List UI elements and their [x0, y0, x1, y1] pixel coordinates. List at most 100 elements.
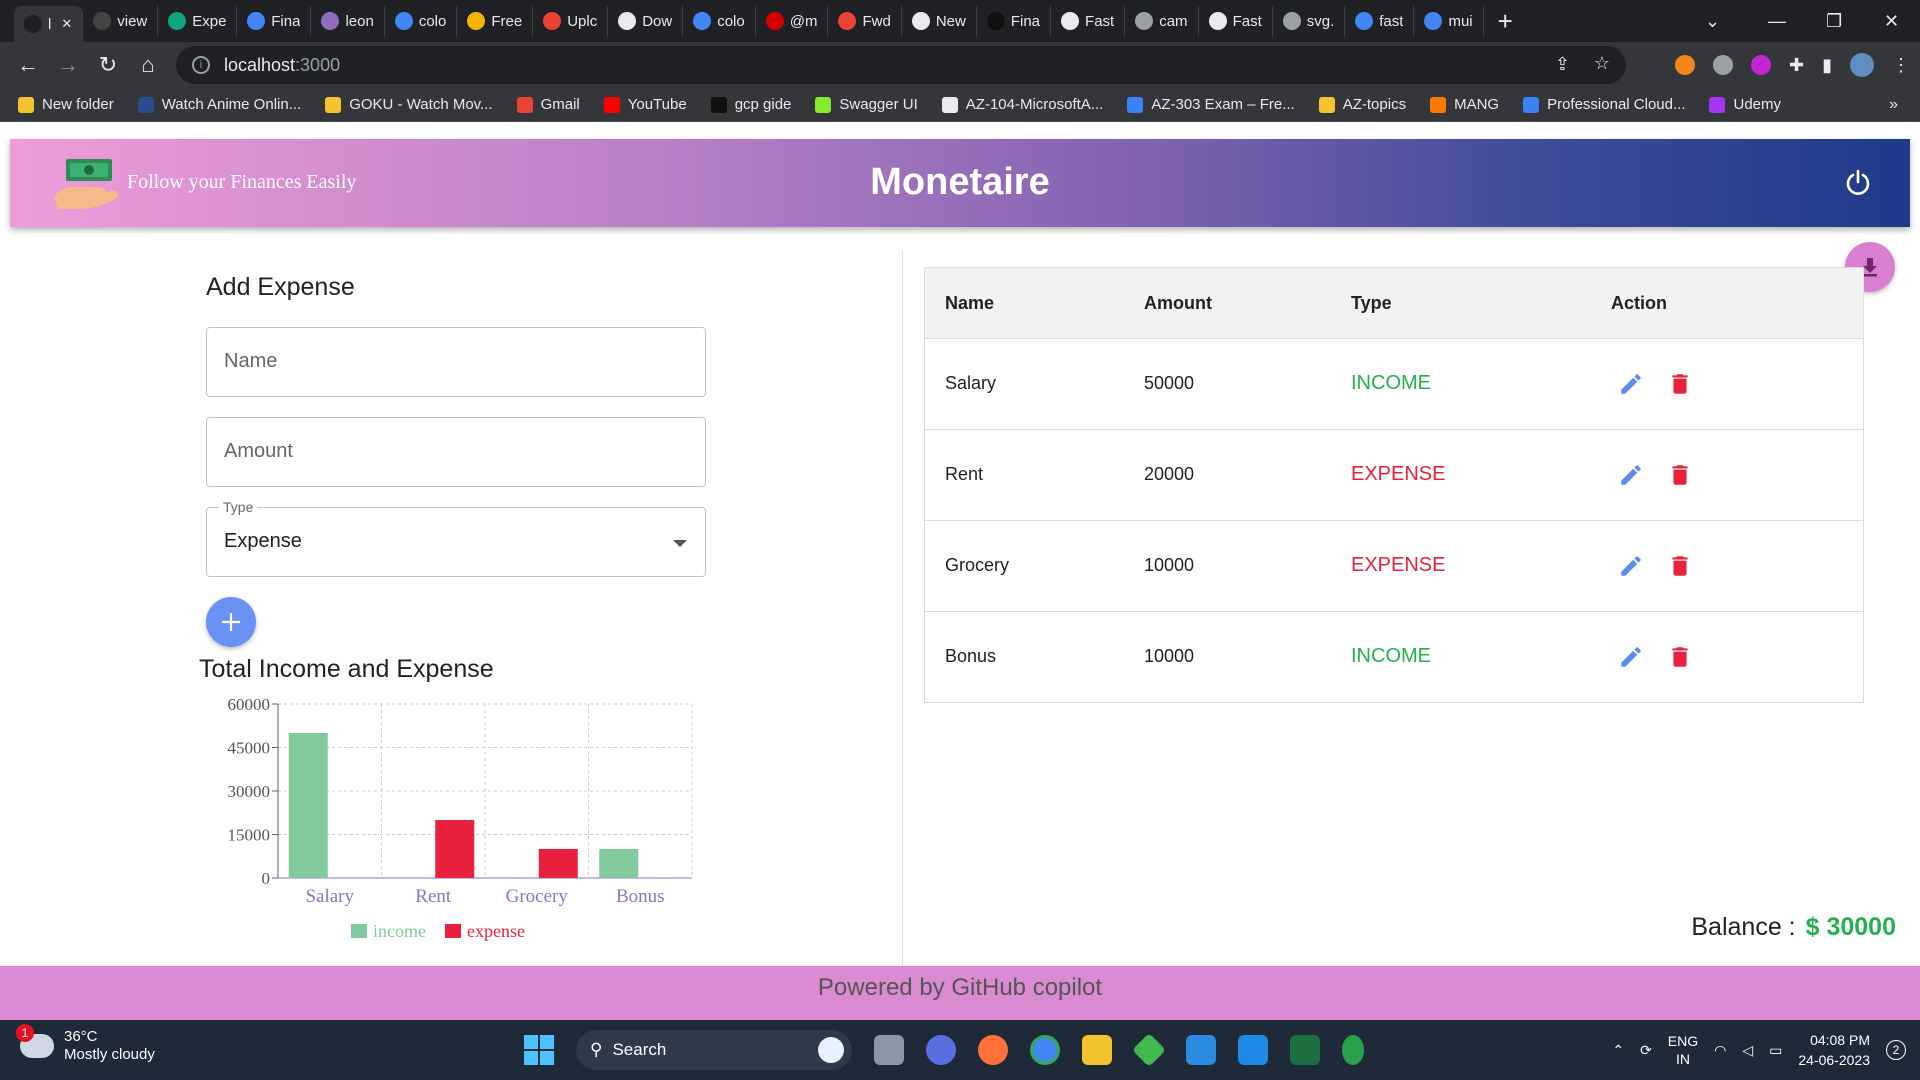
bookmark-item[interactable]: Watch Anime Onlin...	[137, 96, 301, 113]
browser-tab[interactable]: svg.	[1273, 6, 1346, 36]
amount-input[interactable]: Amount	[206, 417, 706, 487]
bookmark-item[interactable]: New folder	[18, 96, 114, 113]
plus-icon	[222, 613, 240, 631]
reload-icon[interactable]: ↻	[88, 45, 128, 85]
new-tab-button[interactable]: +	[1484, 6, 1527, 37]
windows-start-icon[interactable]	[524, 1035, 554, 1065]
browser-tab[interactable]: fast	[1345, 6, 1415, 36]
teams-chat-icon[interactable]	[926, 1035, 956, 1065]
forward-icon[interactable]: →	[48, 45, 88, 85]
edit-pencil-icon[interactable]	[1618, 553, 1644, 579]
language-indicator[interactable]: ENG IN	[1668, 1032, 1698, 1068]
extensions-puzzle-icon[interactable]: ✚	[1789, 55, 1804, 76]
browser-tab[interactable]: l ✕	[14, 6, 84, 42]
notification-count-badge[interactable]: 2	[1886, 1040, 1906, 1060]
side-panel-icon[interactable]: ▮	[1822, 55, 1832, 76]
bookmark-item[interactable]: Professional Cloud...	[1523, 96, 1685, 113]
back-icon[interactable]: ←	[8, 45, 48, 85]
close-window-button[interactable]: ✕	[1884, 0, 1899, 42]
browser-tab[interactable]: Dow	[608, 6, 684, 36]
blocker-extension-icon[interactable]	[1751, 55, 1771, 75]
bing-icon[interactable]	[818, 1037, 844, 1063]
address-bar[interactable]: i localhost:3000 ⇪ ☆	[176, 46, 1626, 84]
browser-tab-strip: l ✕ view Expe Fina leon colo Free Uplc Dow colo @m F…	[0, 0, 1920, 42]
browser-tab[interactable]: Expe	[158, 6, 238, 36]
profile-avatar[interactable]	[1850, 53, 1874, 77]
menu-kebab-icon[interactable]: ⋮	[1892, 55, 1910, 76]
paint-icon[interactable]	[1238, 1035, 1268, 1065]
type-select[interactable]: Type Expense	[206, 499, 706, 577]
clock[interactable]: 04:08 PM 24-06-2023	[1798, 1030, 1870, 1070]
delete-trash-icon[interactable]	[1667, 371, 1693, 397]
bookmark-item[interactable]: AZ-303 Exam – Fre...	[1127, 96, 1295, 113]
bookmark-item[interactable]: YouTube	[603, 96, 687, 113]
bookmark-item[interactable]: Swagger UI	[815, 96, 918, 113]
metamask-extension-icon[interactable]	[1675, 55, 1695, 75]
browser-tab[interactable]: mui	[1414, 6, 1484, 36]
browser-tab[interactable]: New	[902, 6, 977, 36]
bookmark-item[interactable]: AZ-104-MicrosoftA...	[941, 96, 1103, 113]
delete-trash-icon[interactable]	[1667, 462, 1693, 488]
chrome-icon[interactable]	[1030, 1035, 1060, 1065]
firefox-icon[interactable]	[978, 1035, 1008, 1065]
task-view-icon[interactable]	[874, 1035, 904, 1065]
bookmarks-overflow-button[interactable]: »	[1889, 96, 1898, 114]
sync-icon[interactable]: ⟳	[1640, 1042, 1652, 1059]
browser-tab[interactable]: view	[83, 6, 159, 36]
tab-search-icon[interactable]: ⌄	[1705, 0, 1720, 42]
name-input[interactable]: Name	[206, 327, 706, 397]
volume-icon[interactable]: ◁	[1742, 1042, 1753, 1059]
bookmark-item[interactable]: gcp gide	[710, 96, 791, 113]
tab-title: @m	[789, 12, 818, 30]
excel-icon[interactable]	[1290, 1035, 1320, 1065]
app-footer: Powered by GitHub copilot	[0, 966, 1920, 1020]
browser-tab[interactable]: Fast	[1051, 6, 1126, 36]
delete-trash-icon[interactable]	[1667, 644, 1693, 670]
browser-tab[interactable]: Fast	[1199, 6, 1273, 36]
add-expense-button[interactable]	[206, 597, 256, 647]
bookmark-item[interactable]: MANG	[1430, 96, 1499, 113]
tray-overflow-chevron-icon[interactable]: ⌃	[1612, 1042, 1624, 1059]
edit-pencil-icon[interactable]	[1618, 462, 1644, 488]
browser-tab[interactable]: Fwd	[828, 6, 902, 36]
edit-pencil-icon[interactable]	[1618, 371, 1644, 397]
vscode-icon[interactable]	[1186, 1035, 1216, 1065]
git-icon[interactable]	[1132, 1033, 1166, 1067]
weather-alert-badge: 1	[16, 1024, 34, 1042]
browser-tab[interactable]: cam	[1125, 6, 1199, 36]
bookmark-item[interactable]: AZ-topics	[1318, 96, 1406, 113]
minimize-button[interactable]: —	[1768, 0, 1786, 42]
browser-tab[interactable]: Fina	[237, 6, 312, 36]
close-tab-icon[interactable]: ✕	[61, 16, 72, 32]
browser-tab[interactable]: Free	[457, 6, 534, 36]
logout-power-icon[interactable]	[1844, 169, 1872, 197]
tab-favicon-icon	[618, 12, 637, 30]
home-icon[interactable]: ⌂	[128, 45, 168, 85]
site-info-icon[interactable]: i	[192, 56, 210, 74]
weather-widget[interactable]: 1 36°C Mostly cloudy	[16, 1024, 155, 1064]
edit-pencil-icon[interactable]	[1618, 644, 1644, 670]
bookmark-favicon-icon	[137, 96, 154, 113]
browser-tab[interactable]: colo	[385, 6, 458, 36]
bookmark-star-icon[interactable]: ☆	[1594, 53, 1610, 74]
battery-icon[interactable]: ▭	[1769, 1042, 1782, 1059]
browser-tab[interactable]: Uplc	[533, 6, 609, 36]
file-explorer-icon[interactable]	[1082, 1035, 1112, 1065]
bookmark-favicon-icon	[1127, 96, 1144, 113]
cell-amount: 20000	[1144, 464, 1195, 484]
browser-tab[interactable]: leon	[311, 6, 385, 36]
browser-tab[interactable]: Fina	[977, 6, 1052, 36]
browser-tab[interactable]: @m	[756, 6, 829, 36]
delete-trash-icon[interactable]	[1667, 553, 1693, 579]
bookmark-item[interactable]: Udemy	[1709, 96, 1781, 113]
browser-tab[interactable]: colo	[683, 6, 756, 36]
bookmark-item[interactable]: GOKU - Watch Mov...	[325, 96, 493, 113]
tab-title: colo	[717, 12, 745, 30]
restore-button[interactable]: ❐	[1826, 0, 1842, 42]
wifi-icon[interactable]: ◠	[1714, 1042, 1726, 1059]
calculator-icon[interactable]	[1342, 1035, 1364, 1065]
share-icon[interactable]: ⇪	[1555, 54, 1570, 75]
taskbar-search[interactable]: ⚲ Search	[576, 1030, 852, 1070]
globe-extension-icon[interactable]	[1713, 55, 1733, 75]
bookmark-item[interactable]: Gmail	[516, 96, 580, 113]
